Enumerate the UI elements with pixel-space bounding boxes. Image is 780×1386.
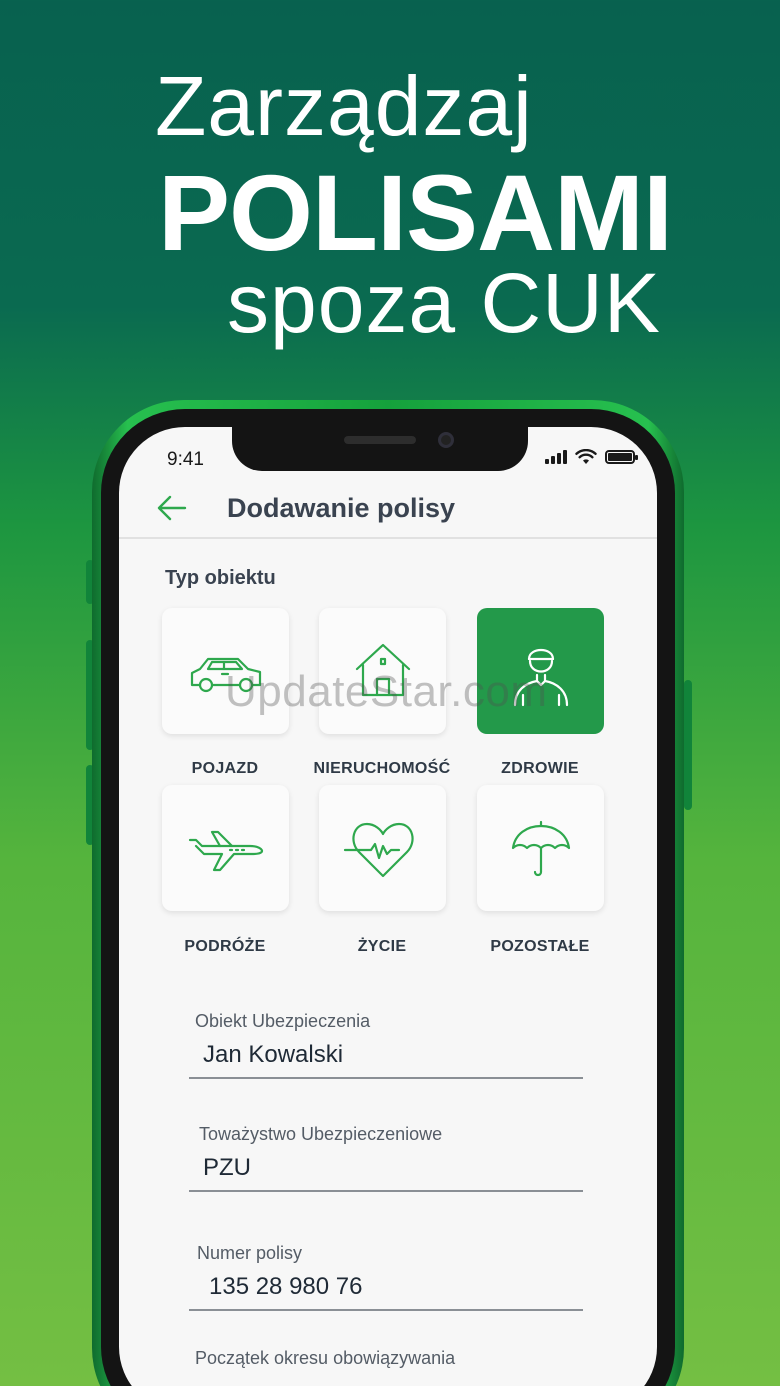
house-icon <box>355 643 410 697</box>
insurer-value[interactable]: PZU <box>203 1154 251 1182</box>
status-icons <box>545 449 638 465</box>
field-underline <box>189 1190 583 1192</box>
policy-number-label: Numer polisy <box>197 1243 303 1263</box>
insurer-label: Toważystwo Ubezpieczeniowe <box>199 1124 443 1144</box>
field-underline <box>189 1309 583 1311</box>
wifi-icon <box>575 449 597 464</box>
phone-power-button <box>684 680 692 810</box>
tile-label-zdrowie: ZDROWIE <box>501 760 579 777</box>
tile-zycie[interactable] <box>319 785 446 911</box>
tile-zdrowie[interactable] <box>477 608 604 734</box>
insured-object-value[interactable]: Jan Kowalski <box>203 1041 343 1069</box>
hero-line-1: Zarządzaj <box>155 59 533 153</box>
tile-label-pojazd: POJAZD <box>191 760 259 777</box>
heartbeat-icon <box>343 822 414 878</box>
tile-label-zycie: ŻYCIE <box>357 938 407 955</box>
start-date-label: Początek okresu obowiązywania <box>195 1348 456 1368</box>
battery-icon <box>605 450 638 464</box>
phone-screen: 9:41 Dodawanie polisy Typ obiektu POJAZD… <box>119 427 657 1386</box>
insured-object-label: Obiekt Ubezpieczenia <box>195 1011 371 1031</box>
tile-podroze[interactable] <box>162 785 289 911</box>
app-bar: Dodawanie polisy <box>119 477 657 539</box>
tile-pojazd[interactable] <box>162 608 289 734</box>
object-type-label: Typ obiektu <box>165 567 276 589</box>
signal-icon <box>545 450 567 464</box>
tile-pozostale[interactable] <box>477 785 604 911</box>
car-icon <box>190 657 261 693</box>
tile-label-podroze: PODRÓŻE <box>184 938 266 955</box>
hero-line-3: spoza CUK <box>227 256 661 350</box>
tile-nieruchomosc[interactable] <box>319 608 446 734</box>
airplane-icon <box>188 830 263 872</box>
field-underline <box>189 1077 583 1079</box>
phone-frame: 9:41 Dodawanie polisy Typ obiektu POJAZD… <box>92 400 684 1386</box>
policy-number-value[interactable]: 135 28 980 76 <box>209 1273 362 1301</box>
arrow-left-icon[interactable] <box>155 491 189 525</box>
tile-label-nieruchomosc: NIERUCHOMOŚĆ <box>313 760 451 777</box>
phone-notch <box>232 427 528 471</box>
status-time: 9:41 <box>167 449 204 470</box>
tile-label-pozostale: POZOSTAŁE <box>490 938 590 955</box>
speaker-grille <box>344 436 416 444</box>
umbrella-icon <box>511 820 570 877</box>
person-icon <box>513 648 568 707</box>
page-title: Dodawanie polisy <box>227 493 456 523</box>
camera-icon <box>438 432 454 448</box>
